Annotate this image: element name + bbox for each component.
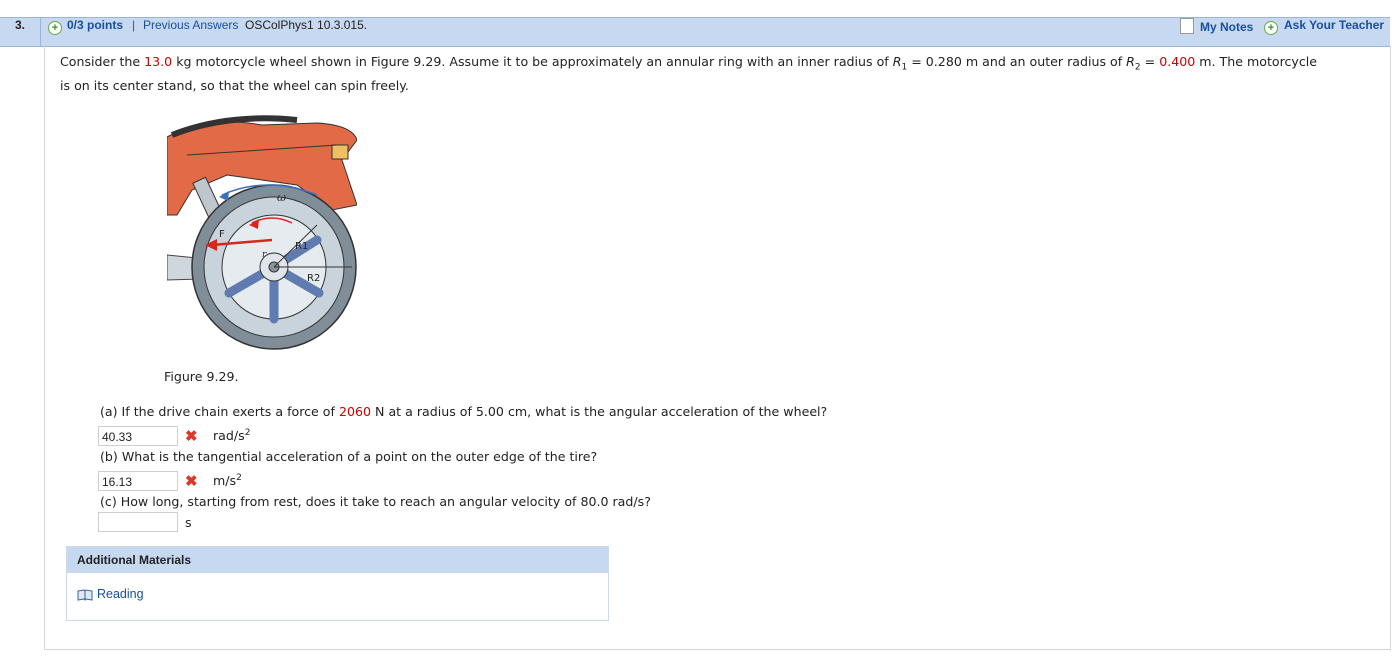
wheel-illustration: ω F r R1 R2: [166, 115, 358, 350]
r1-label: R1: [295, 241, 308, 252]
incorrect-icon: ✖: [185, 428, 198, 445]
unit-c: s: [185, 515, 192, 530]
r2-symbol: R: [1126, 54, 1135, 69]
unit-a: rad/s2: [213, 428, 250, 443]
additional-materials-header: Additional Materials: [67, 547, 608, 573]
r2-label: R2: [307, 273, 320, 284]
ask-plus-icon: +: [1264, 21, 1278, 35]
points-label: 0/3 points: [67, 18, 124, 32]
omega-label: ω: [277, 191, 286, 204]
additional-materials-title: Additional Materials: [77, 553, 192, 567]
unit-b-text: m/s: [213, 473, 237, 489]
answer-a-input[interactable]: 40.33: [98, 426, 178, 446]
my-notes-label: My Notes: [1200, 20, 1254, 34]
unit-a-sup: 2: [244, 428, 251, 438]
separator: |: [132, 18, 136, 32]
r2-value: 0.400: [1159, 54, 1196, 69]
r1-symbol: R: [892, 54, 902, 69]
r-label: r: [262, 250, 267, 260]
unit-b: m/s2: [213, 473, 242, 488]
question-header: 3. +0/3 points | Previous Answers OSColP…: [0, 17, 1390, 47]
force-label: F: [219, 229, 225, 240]
answer-c-input[interactable]: [98, 512, 178, 532]
additional-materials-panel: Additional Materials Reading: [66, 546, 609, 621]
expand-plus-icon[interactable]: +: [48, 21, 62, 35]
part-a-text: (a) If the drive chain exerts a force of: [100, 404, 339, 419]
note-page-icon: [1180, 18, 1194, 34]
unit-a-text: rad/s: [213, 428, 245, 444]
answer-b-input[interactable]: 16.13: [98, 471, 178, 491]
my-notes-button[interactable]: My Notes: [1180, 18, 1253, 46]
motorcycle-wheel-figure: ω F r R1 R2: [166, 115, 358, 355]
part-a-text: N at a radius of 5.00 cm, what is the an…: [371, 404, 828, 419]
part-a-question: (a) If the drive chain exerts a force of…: [100, 404, 827, 419]
points-indicator[interactable]: +0/3 points: [48, 18, 123, 46]
part-b-question: (b) What is the tangential acceleration …: [100, 449, 598, 464]
question-number: 3.: [14, 18, 25, 32]
previous-answers-link[interactable]: Previous Answers: [143, 18, 238, 46]
question-text: m. The motorcycle: [1195, 54, 1318, 69]
ask-teacher-button[interactable]: + Ask Your Teacher: [1264, 18, 1384, 46]
part-c-question: (c) How long, starting from rest, does i…: [100, 494, 651, 509]
header-divider: [40, 18, 41, 46]
question-text: kg motorcycle wheel shown in Figure 9.29…: [172, 54, 893, 69]
question-code: OSColPhys1 10.3.015.: [245, 18, 368, 32]
question-text: Consider the: [60, 54, 145, 69]
ask-teacher-label: Ask Your Teacher: [1284, 18, 1385, 32]
figure-caption: Figure 9.29.: [164, 369, 239, 384]
mass-value: 13.0: [144, 54, 173, 69]
book-icon: [77, 589, 93, 604]
unit-b-sup: 2: [236, 473, 242, 483]
question-text: = 0.280 m and an outer radius of: [907, 54, 1127, 69]
incorrect-icon: ✖: [185, 473, 198, 490]
question-text-line2: is on its center stand, so that the whee…: [60, 78, 409, 93]
question-text: =: [1140, 54, 1160, 69]
reading-link[interactable]: Reading: [77, 587, 144, 604]
reading-label: Reading: [97, 587, 144, 601]
force-value: 2060: [338, 404, 372, 419]
